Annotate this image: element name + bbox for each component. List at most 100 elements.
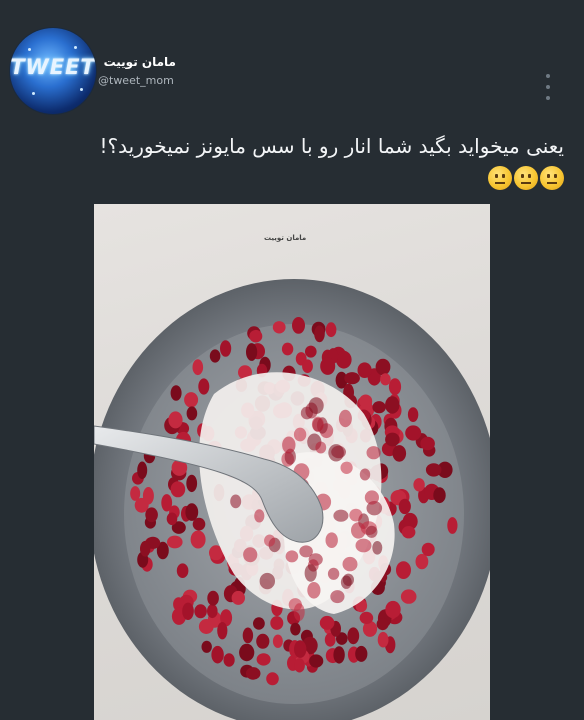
pomegranate-seed: [385, 432, 400, 447]
tweet-photo[interactable]: مامان توییت: [94, 204, 490, 720]
pomegranate-seed: [207, 604, 218, 619]
pomegranate-seed: [198, 378, 210, 395]
pomegranate-seed: [259, 572, 275, 590]
pomegranate-seed: [264, 534, 276, 547]
pomegranate-seed: [190, 530, 206, 549]
more-options-icon[interactable]: [540, 74, 556, 100]
author-handle[interactable]: @tweet_mom: [98, 74, 174, 87]
pomegranate-seed: [307, 582, 321, 599]
pomegranate-seed: [376, 618, 389, 631]
pomegranate-seed: [272, 321, 286, 334]
pomegranate-seed: [338, 409, 352, 428]
pomegranate-seed: [333, 646, 345, 664]
pomegranate-seed: [433, 487, 446, 504]
pomegranate-seed: [176, 563, 189, 578]
pomegranate-seed: [385, 600, 401, 619]
pomegranate-seed: [401, 526, 416, 539]
pomegranate-seed: [331, 445, 346, 459]
pomegranate-seed: [355, 645, 368, 662]
pomegranate-seed: [400, 589, 417, 604]
pomegranate-seed: [398, 498, 411, 515]
pomegranate-seed: [209, 349, 221, 363]
pomegranate-seed: [285, 550, 299, 563]
pomegranate-seed: [184, 392, 199, 408]
pomegranate-seed: [325, 532, 338, 548]
pomegranate-seed: [137, 461, 148, 480]
neutral-face-icon: [514, 166, 538, 190]
pomegranate-seed: [385, 396, 400, 414]
pomegranate-seed: [253, 617, 265, 630]
pomegranate-seed: [388, 378, 402, 396]
pomegranate-seed: [198, 619, 214, 634]
pomegranate-seed: [372, 541, 383, 555]
pomegranate-seed: [186, 406, 198, 421]
pomegranate-seed: [415, 553, 429, 570]
pomegranate-seed: [272, 634, 283, 648]
pomegranate-seed: [194, 604, 207, 619]
pomegranate-seed: [266, 672, 279, 686]
pomegranate-seed: [375, 358, 391, 376]
pomegranate-seed: [319, 615, 335, 630]
pomegranate-seed: [249, 329, 263, 343]
pomegranate-seed: [294, 658, 305, 673]
pomegranate-seed: [347, 627, 360, 645]
pomegranate-seed: [304, 564, 317, 582]
pomegranate-seed: [168, 411, 183, 429]
pomegranate-seed: [359, 611, 374, 624]
pomegranate-seed: [327, 567, 340, 580]
pomegranate-seed: [420, 436, 435, 451]
pomegranate-seed: [130, 486, 141, 501]
pomegranate-seed: [293, 427, 307, 442]
pomegranate-seed: [365, 525, 378, 538]
pomegranate-seed: [142, 487, 154, 505]
profile-avatar[interactable]: TWEET: [10, 28, 96, 114]
pomegranate-seed: [245, 667, 261, 680]
pomegranate-seed: [344, 372, 360, 385]
avatar-logo-text: TWEET: [10, 55, 96, 79]
pomegranate-seed: [239, 643, 255, 662]
pomegranate-seed: [246, 343, 258, 361]
pomegranate-seed: [288, 598, 302, 612]
pomegranate-seed: [242, 627, 254, 644]
pomegranate-seed: [254, 509, 265, 523]
pomegranate-seed: [211, 645, 224, 664]
pomegranate-seed: [377, 631, 389, 648]
pomegranate-seed: [256, 653, 271, 666]
neutral-face-icon: [540, 166, 564, 190]
pomegranate-seed: [447, 517, 458, 534]
pomegranate-seed: [405, 425, 422, 441]
pomegranate-seed: [294, 640, 307, 658]
pomegranate-seed: [392, 445, 407, 462]
pomegranate-seed: [282, 436, 296, 454]
pomegranate-seed: [223, 653, 235, 667]
pomegranate-seed: [330, 590, 345, 604]
tweet-text: یعنی میخواید بگید شما انار رو با سس مایو…: [99, 134, 564, 158]
neutral-face-icon: [488, 166, 512, 190]
pomegranate-seed: [281, 342, 294, 356]
pomegranate-seed: [170, 385, 182, 401]
pomegranate-seed: [302, 359, 313, 373]
pomegranate-seed: [380, 373, 391, 386]
pomegranate-seed: [413, 478, 425, 492]
pomegranate-seed: [186, 474, 198, 493]
pomegranate-seed: [315, 441, 327, 454]
pomegranate-seed: [333, 509, 349, 522]
pomegranate-seed: [299, 545, 313, 558]
pomegranate-seed: [140, 540, 151, 557]
pomegranate-seed: [309, 654, 324, 668]
pomegranate-seed: [207, 590, 219, 606]
pomegranate-seed: [167, 535, 183, 549]
pomegranate-seed: [292, 317, 305, 334]
pomegranate-seed: [290, 622, 301, 636]
pomegranate-seed: [170, 481, 186, 498]
bowl-illustration: [94, 279, 490, 720]
pomegranate-seed: [407, 407, 419, 422]
pomegranate-seed: [182, 602, 194, 620]
pomegranate-seed: [220, 340, 232, 357]
pomegranate-seed: [145, 507, 158, 523]
pomegranate-seed: [372, 401, 386, 414]
pomegranate-seed: [359, 468, 371, 481]
pomegranate-seed: [300, 406, 313, 420]
author-name[interactable]: مامان توییت: [100, 55, 176, 69]
pomegranate-seed: [161, 494, 173, 512]
